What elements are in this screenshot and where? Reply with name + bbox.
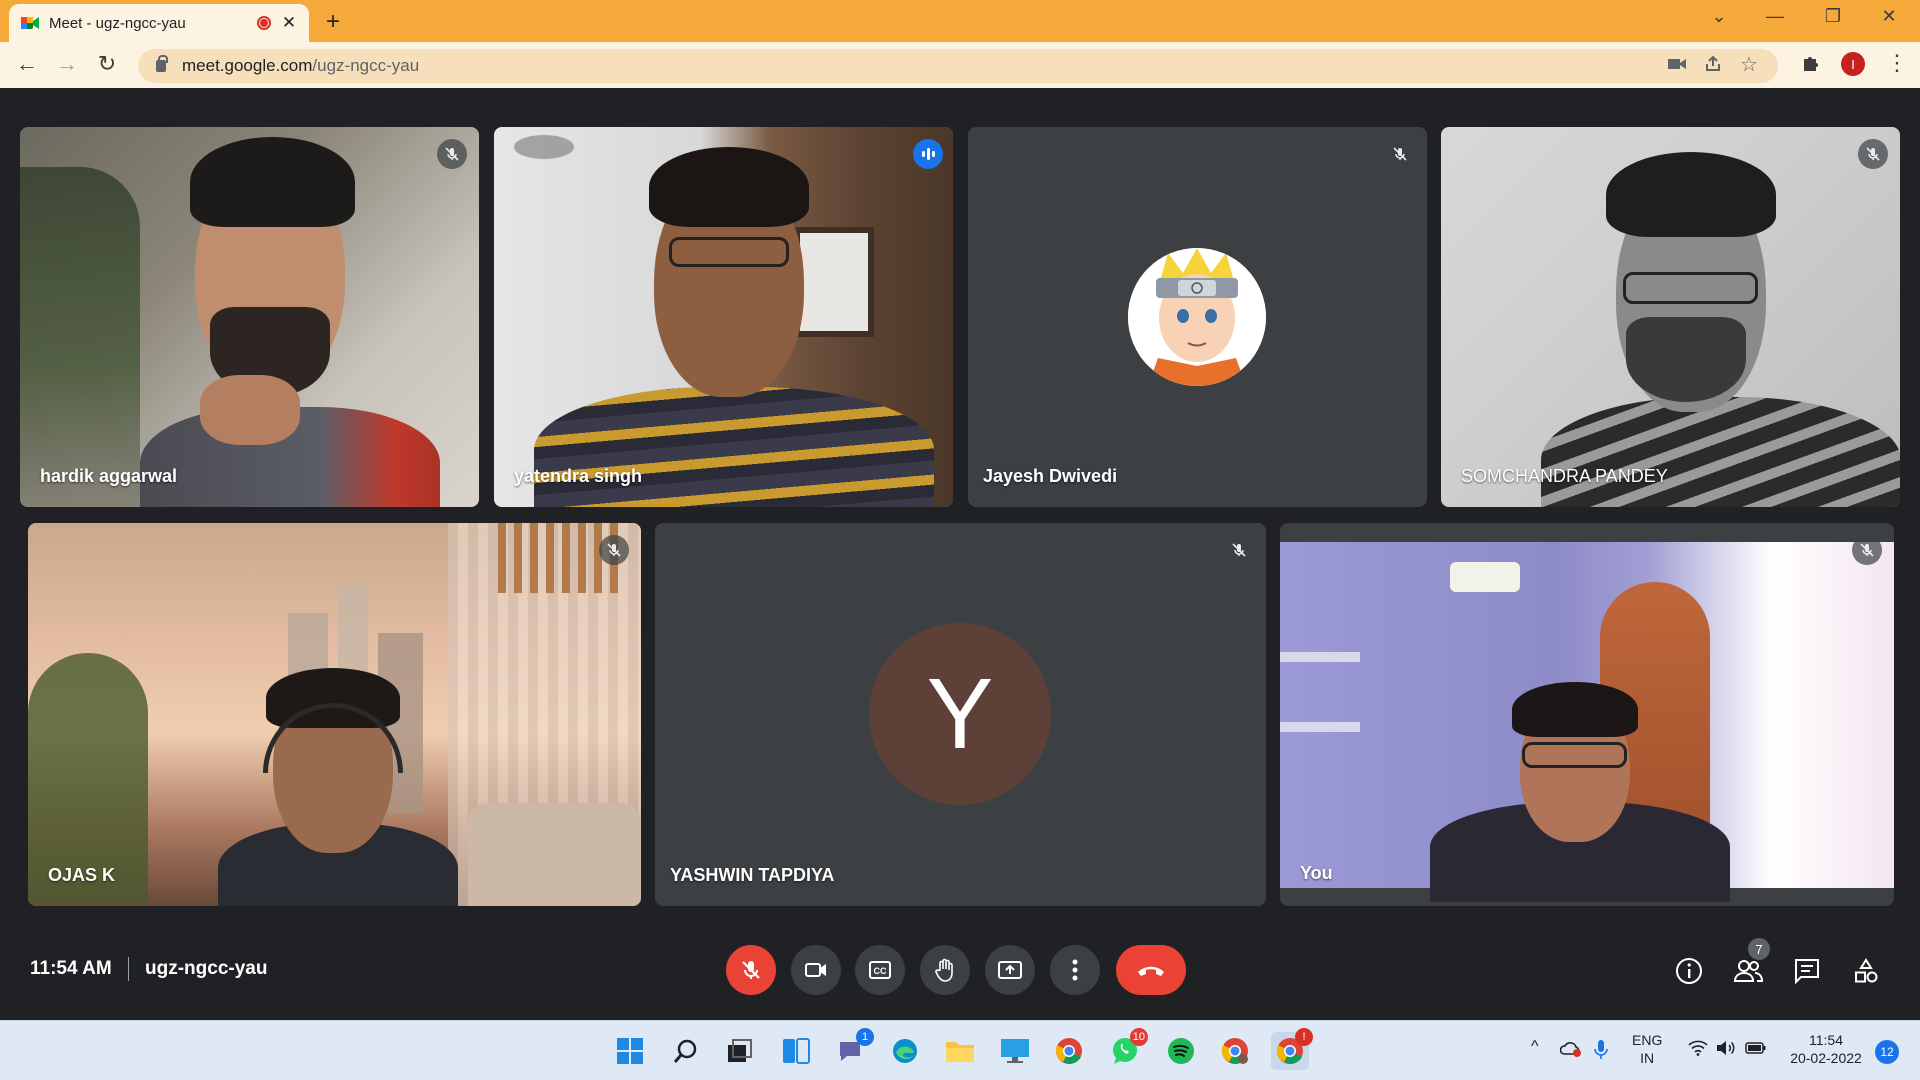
widgets-icon[interactable]	[777, 1032, 815, 1070]
participant-name: Jayesh Dwivedi	[983, 466, 1118, 486]
present-screen-button[interactable]	[985, 945, 1035, 995]
back-button[interactable]: ←	[13, 51, 41, 77]
chrome-active-icon[interactable]: !	[1271, 1028, 1313, 1070]
spotify-icon[interactable]	[1162, 1032, 1200, 1070]
participant-tile[interactable]: OJAS K	[28, 523, 641, 906]
language-code: ENG	[1632, 1032, 1663, 1048]
participant-tile[interactable]: yatendra singh	[494, 127, 953, 507]
divider	[128, 957, 129, 981]
participant-tile[interactable]: Jayesh Dwivedi	[968, 127, 1427, 507]
edge-browser-icon[interactable]	[886, 1032, 924, 1070]
profile-avatar[interactable]: I	[1841, 52, 1865, 76]
raise-hand-button[interactable]	[920, 945, 970, 995]
meeting-time: 11:54 AM	[30, 958, 112, 979]
participant-video	[28, 523, 641, 906]
tab-search-dropdown-icon[interactable]: ⌄	[1696, 6, 1742, 27]
participant-name: yatendra singh	[514, 466, 643, 486]
region-code: IN	[1640, 1050, 1655, 1066]
participant-video	[1441, 127, 1900, 507]
notification-count-badge[interactable]: 12	[1875, 1040, 1899, 1064]
muted-mic-icon	[1852, 535, 1882, 565]
camera-in-use-icon[interactable]	[1668, 55, 1686, 76]
svg-text:CC: CC	[874, 966, 887, 976]
onedrive-offline-icon[interactable]	[1559, 1040, 1582, 1063]
participant-name: You	[1300, 863, 1333, 883]
lock-icon	[156, 55, 168, 72]
muted-mic-icon	[437, 139, 467, 169]
browser-tab-meet[interactable]: Meet - ugz-ngcc-yau ✕	[9, 4, 309, 42]
close-window-button[interactable]: ✕	[1866, 6, 1912, 27]
input-language-indicator[interactable]: ENG IN	[1632, 1031, 1662, 1067]
speaking-indicator-icon	[913, 139, 943, 169]
participant-avatar-letter: Y	[869, 623, 1051, 805]
this-pc-icon[interactable]	[996, 1032, 1034, 1070]
teams-chat-badge: 1	[856, 1028, 874, 1046]
participant-name: SOMCHANDRA PANDEY	[1461, 466, 1668, 486]
browser-menu-icon[interactable]: ⋮	[1886, 50, 1908, 76]
camera-toggle-button[interactable]	[791, 945, 841, 995]
participant-avatar-image	[1128, 248, 1266, 386]
participant-tile[interactable]: Y YASHWIN TAPDIYA	[655, 523, 1266, 906]
extensions-puzzle-icon[interactable]	[1801, 53, 1821, 79]
tab-close-icon[interactable]: ✕	[281, 13, 297, 33]
captions-button[interactable]: CC	[855, 945, 905, 995]
google-meet-favicon-icon	[21, 15, 39, 31]
task-view-icon[interactable]	[721, 1032, 759, 1070]
people-count-badge: 7	[1748, 938, 1770, 960]
chrome-profile-icon[interactable]	[1216, 1032, 1254, 1070]
battery-charging-icon[interactable]	[1745, 1041, 1767, 1060]
tray-overflow-chevron-icon[interactable]: ^	[1531, 1038, 1539, 1056]
muted-mic-icon	[1224, 535, 1254, 565]
restore-button[interactable]: ❐	[1810, 6, 1856, 27]
muted-mic-icon	[1385, 139, 1415, 169]
bookmark-star-icon[interactable]: ☆	[1740, 52, 1758, 77]
tab-title: Meet - ugz-ngcc-yau	[49, 14, 186, 32]
participant-video	[20, 127, 479, 507]
participant-video	[1280, 542, 1894, 902]
wifi-icon[interactable]	[1688, 1040, 1708, 1061]
clock-time: 11:54	[1809, 1032, 1843, 1048]
meeting-info-button[interactable]	[1671, 953, 1707, 989]
url-path: /ugz-ngcc-yau	[312, 56, 420, 75]
reload-button[interactable]: ↻	[93, 51, 121, 77]
volume-icon[interactable]	[1716, 1040, 1736, 1061]
search-icon[interactable]	[667, 1032, 705, 1070]
minimize-button[interactable]: —	[1752, 6, 1798, 27]
microphone-in-use-icon[interactable]	[1594, 1039, 1608, 1066]
recording-indicator-icon	[257, 16, 271, 30]
participant-video	[494, 127, 953, 507]
participant-name: YASHWIN TAPDIYA	[670, 865, 835, 885]
participant-tile[interactable]: hardik aggarwal	[20, 127, 479, 507]
chrome-active-badge: !	[1295, 1028, 1313, 1046]
activities-button[interactable]	[1848, 953, 1884, 989]
system-clock[interactable]: 11:54 20-02-2022	[1786, 1031, 1866, 1067]
more-options-button[interactable]	[1050, 945, 1100, 995]
participant-tile[interactable]: You	[1280, 523, 1894, 906]
tab-strip: Meet - ugz-ngcc-yau ✕ + ⌄ — ❐ ✕	[0, 0, 1920, 42]
muted-mic-icon	[1858, 139, 1888, 169]
end-call-button[interactable]	[1116, 945, 1186, 995]
participant-tile[interactable]: SOMCHANDRA PANDEY	[1441, 127, 1900, 507]
url-host: meet.google.com	[182, 56, 313, 75]
windows-start-icon[interactable]	[611, 1032, 649, 1070]
whatsapp-icon[interactable]: 10	[1106, 1028, 1148, 1070]
chat-button[interactable]	[1789, 953, 1825, 989]
teams-chat-icon[interactable]: 1	[832, 1028, 874, 1070]
new-tab-button[interactable]: +	[326, 8, 340, 36]
chrome-icon[interactable]	[1050, 1032, 1088, 1070]
share-icon[interactable]	[1704, 55, 1722, 78]
whatsapp-badge: 10	[1129, 1028, 1148, 1046]
browser-toolbar: ← → ↻ meet.google.com/ugz-ngcc-yau ☆ ⋮	[0, 42, 1920, 88]
clock-date: 20-02-2022	[1790, 1050, 1862, 1066]
mic-toggle-button[interactable]	[726, 945, 776, 995]
participant-name: OJAS K	[48, 865, 116, 885]
file-explorer-icon[interactable]	[941, 1032, 979, 1070]
address-bar[interactable]: meet.google.com/ugz-ngcc-yau ☆	[138, 49, 1778, 83]
meeting-code: ugz-ngcc-yau	[145, 958, 268, 979]
participant-name: hardik aggarwal	[40, 466, 178, 486]
muted-mic-icon	[599, 535, 629, 565]
forward-button[interactable]: →	[53, 51, 81, 77]
